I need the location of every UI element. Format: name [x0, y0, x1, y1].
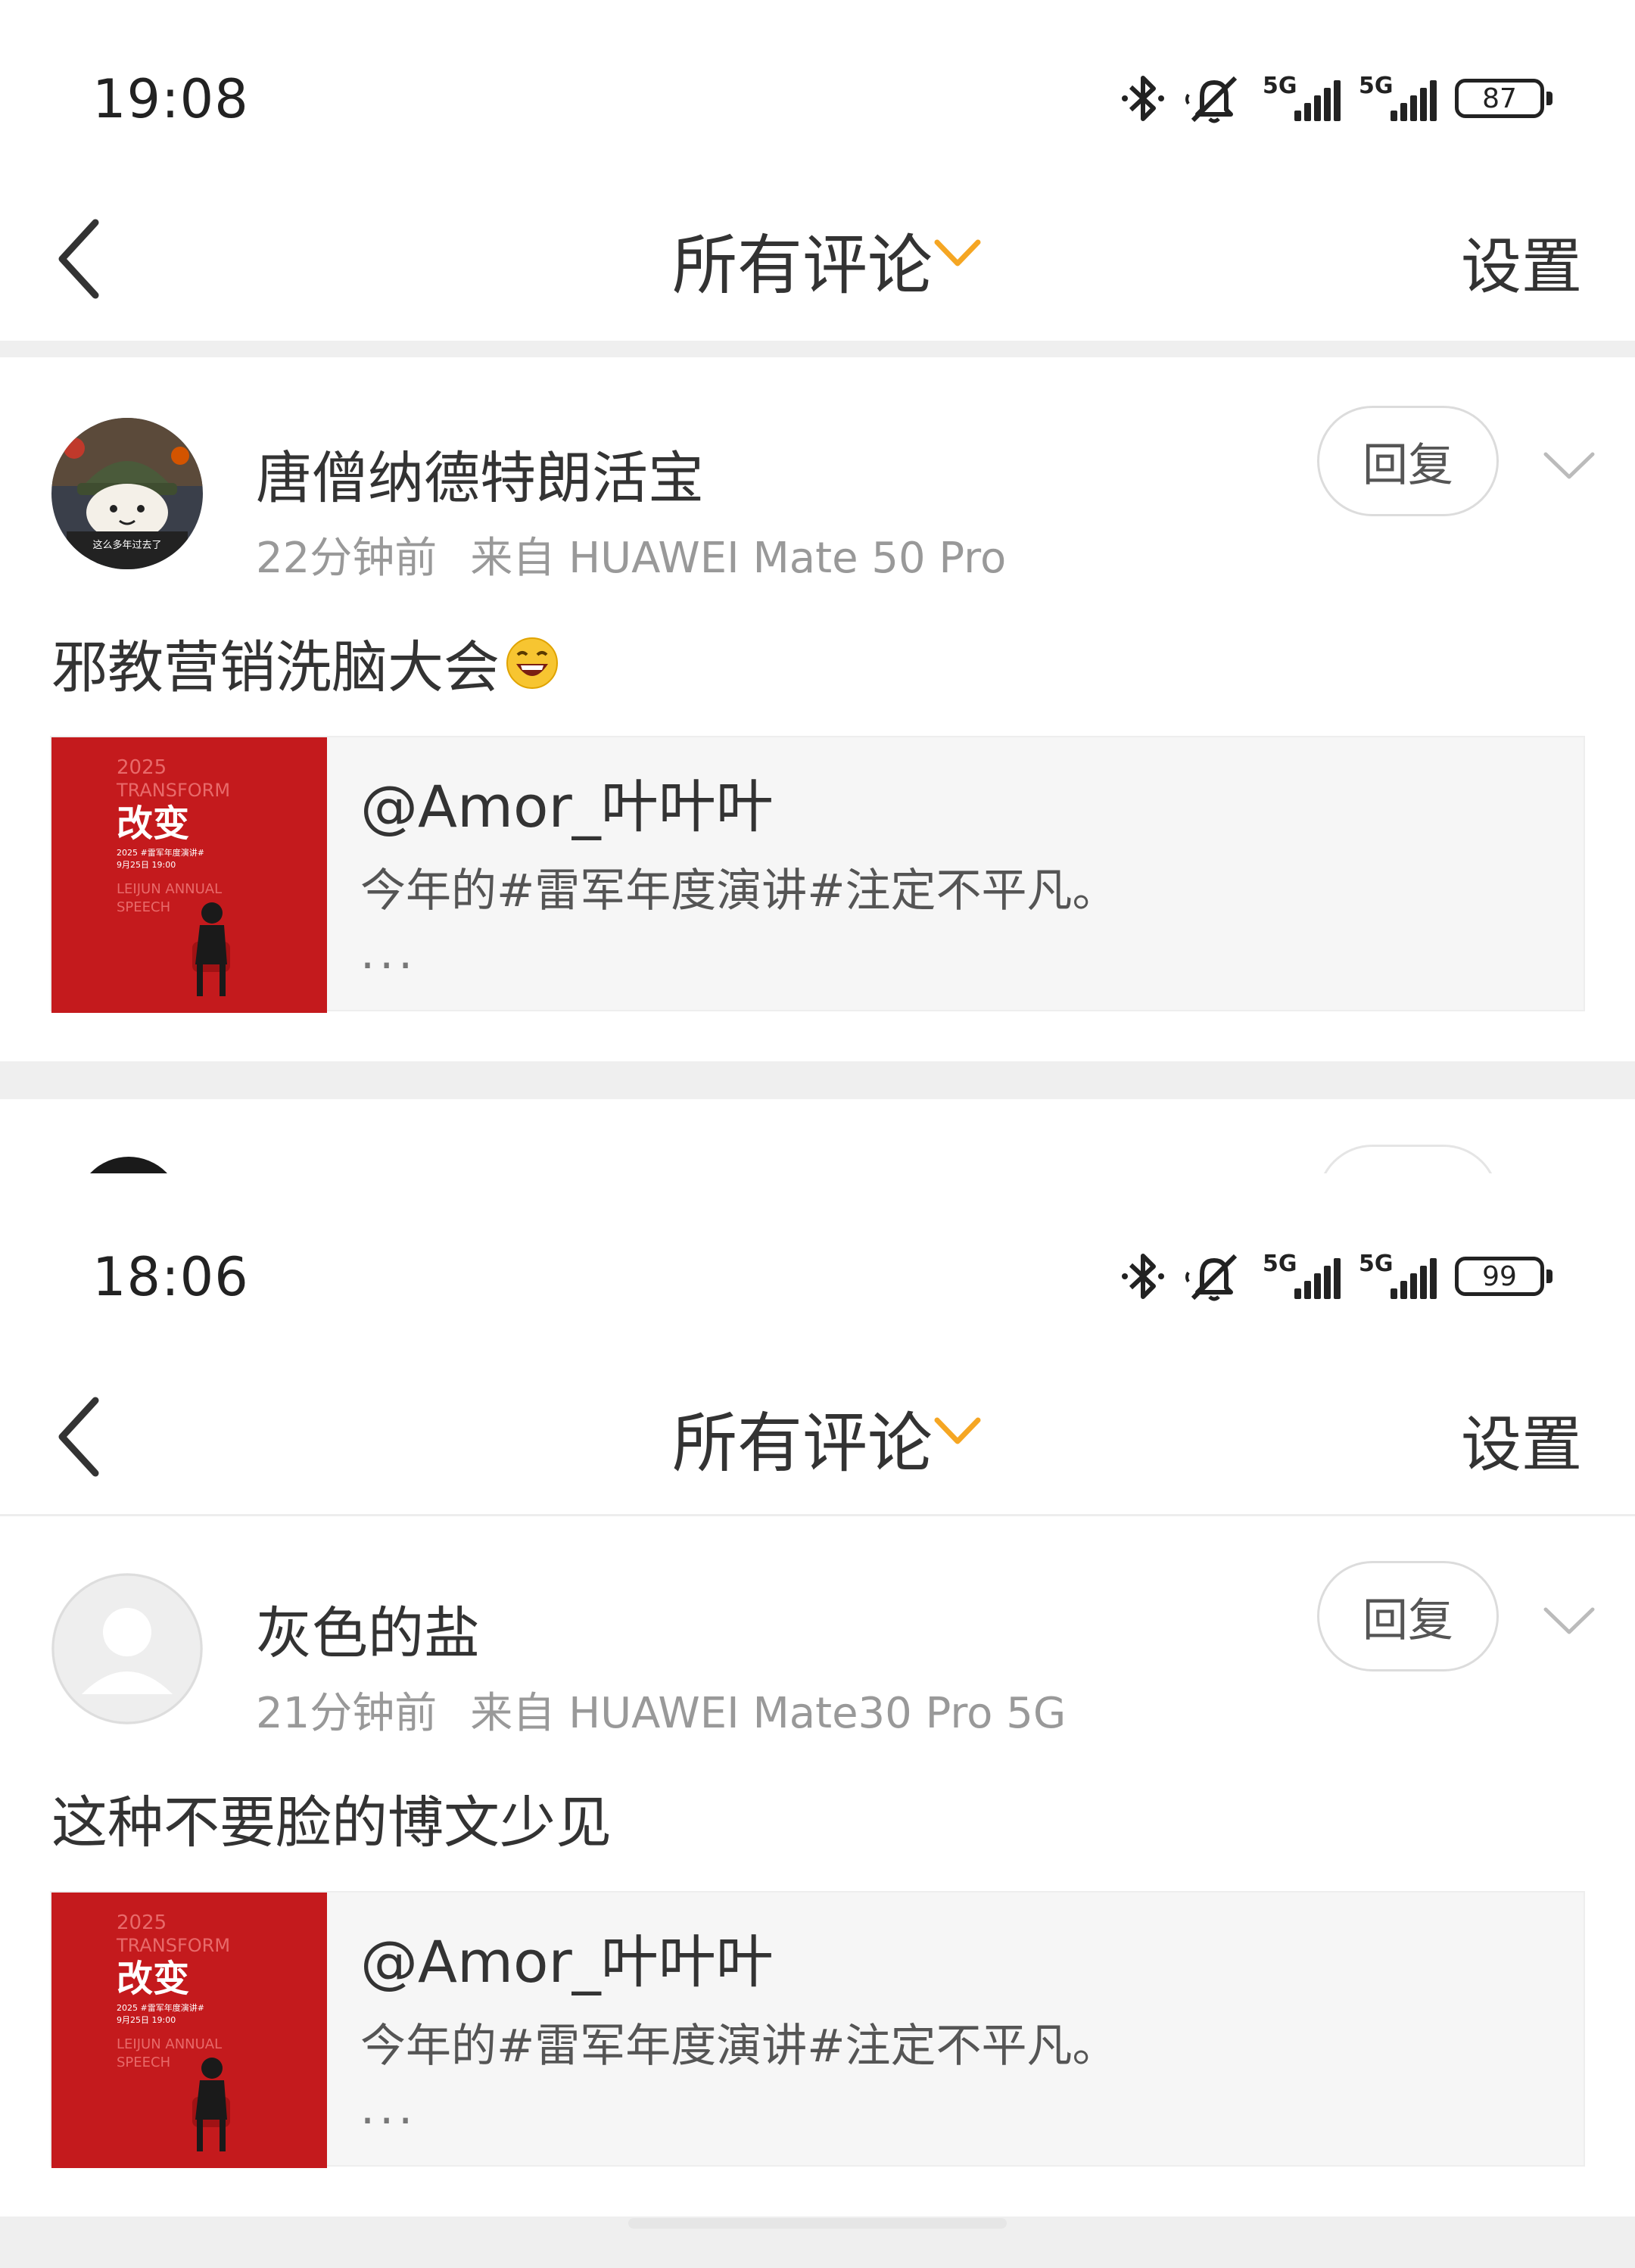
- comment-source: 来自 HUAWEI Mate30 Pro 5G: [470, 1689, 1067, 1738]
- reply-button[interactable]: [1317, 1145, 1499, 1173]
- chevron-down-icon: [934, 1417, 981, 1444]
- svg-text:2025 #雷军年度演讲#: 2025 #雷军年度演讲#: [117, 847, 204, 858]
- battery-icon: 99: [1455, 1257, 1552, 1296]
- svg-text:SPEECH: SPEECH: [117, 899, 170, 915]
- avatar[interactable]: 这么多年过去了: [51, 418, 203, 569]
- avatar[interactable]: [51, 1573, 203, 1724]
- home-indicator[interactable]: [628, 2218, 1007, 2229]
- divider: [0, 341, 1635, 357]
- battery-icon: 87: [1455, 79, 1552, 118]
- divider: [0, 1514, 1635, 1516]
- comment-text: 邪教营销洗脑大会: [51, 622, 560, 703]
- status-bar: 18:06 5G 5G 99: [0, 1178, 1635, 1329]
- mute-bell-icon: [1185, 1254, 1238, 1301]
- screenshot-top: 19:08 5G 5G 87 所有评论 设置 这么多年过去了 唐僧纳德特朗活宝 …: [0, 0, 1635, 1173]
- comment-meta: 21分钟前 来自 HUAWEI Mate30 Pro 5G: [256, 1679, 1066, 1740]
- comment-body: 这种不要脸的博文少见: [51, 1790, 612, 1855]
- quoted-text: 今年的#雷军年度演讲#注定不平凡。: [360, 865, 1118, 917]
- nav-bar: 所有评论 设置: [0, 174, 1635, 341]
- comment-source: 来自 HUAWEI Mate 50 Pro: [470, 534, 1007, 583]
- quoted-post-card[interactable]: 2025 TRANSFORM 改变 2025 #雷军年度演讲# 9月25日 19…: [50, 736, 1585, 1013]
- quoted-text: 今年的#雷军年度演讲#注定不平凡。: [360, 2020, 1118, 2073]
- comment-filter-dropdown[interactable]: 所有评论: [0, 1390, 1635, 1484]
- comment-body: 邪教营销洗脑大会: [51, 635, 500, 700]
- screenshot-bottom: 18:06 5G 5G 99 所有评论 设置 灰色的盐 21分钟前 来自 HUA…: [0, 1178, 1635, 2268]
- post-thumbnail: 2025 TRANSFORM 改变 2025 #雷军年度演讲# 9月25日 19…: [51, 737, 327, 1013]
- svg-text:9月25日 19:00: 9月25日 19:00: [117, 2015, 176, 2025]
- status-icons: 5G 5G 87: [1120, 68, 1552, 129]
- comment-time: 22分钟前: [256, 534, 438, 583]
- bluetooth-icon: [1122, 76, 1164, 121]
- svg-text:9月25日 19:00: 9月25日 19:00: [117, 860, 176, 870]
- quoted-post-card[interactable]: 2025 TRANSFORM 改变 2025 #雷军年度演讲# 9月25日 19…: [50, 1891, 1585, 2168]
- svg-text:LEIJUN ANNUAL: LEIJUN ANNUAL: [117, 2036, 222, 2052]
- quoted-author: @Amor_叶叶叶: [360, 773, 774, 840]
- svg-text:TRANSFORM: TRANSFORM: [116, 780, 230, 801]
- chevron-down-icon[interactable]: [1541, 1603, 1597, 1638]
- comment-username[interactable]: 唐僧纳德特朗活宝: [256, 433, 704, 514]
- quoted-author: @Amor_叶叶叶: [360, 1928, 774, 1995]
- signal-1-icon: 5G: [1263, 73, 1341, 121]
- signal-2-icon: 5G: [1359, 1251, 1437, 1299]
- comment-username[interactable]: 灰色的盐: [256, 1588, 480, 1669]
- quoted-ellipsis: ...: [360, 927, 418, 980]
- chevron-down-icon[interactable]: [1541, 448, 1597, 483]
- post-thumbnail: 2025 TRANSFORM 改变 2025 #雷军年度演讲# 9月25日 19…: [51, 1893, 327, 2168]
- reply-button[interactable]: 回复: [1317, 406, 1499, 516]
- svg-text:2025: 2025: [117, 756, 167, 779]
- settings-button[interactable]: 设置: [1461, 1396, 1582, 1484]
- status-time: 18:06: [92, 1246, 249, 1308]
- status-icons: 5G 5G 99: [1120, 1246, 1552, 1307]
- svg-text:2025: 2025: [117, 1911, 167, 1934]
- status-bar: 19:08 5G 5G 87: [0, 0, 1635, 151]
- svg-text:SPEECH: SPEECH: [117, 2055, 170, 2070]
- battery-level: 99: [1482, 1260, 1517, 1292]
- comment-text: 这种不要脸的博文少见: [51, 1777, 612, 1858]
- svg-text:TRANSFORM: TRANSFORM: [116, 1935, 230, 1956]
- svg-text:2025 #雷军年度演讲#: 2025 #雷军年度演讲#: [117, 2002, 204, 2013]
- divider: [0, 1061, 1635, 1099]
- battery-level: 87: [1482, 83, 1517, 114]
- chevron-down-icon: [934, 239, 981, 266]
- quoted-ellipsis: ...: [360, 2082, 418, 2135]
- mute-bell-icon: [1185, 76, 1238, 123]
- bluetooth-icon: [1122, 1254, 1164, 1299]
- reply-button[interactable]: 回复: [1317, 1561, 1499, 1671]
- settings-button[interactable]: 设置: [1461, 218, 1582, 306]
- svg-text:改变: 改变: [117, 802, 189, 845]
- svg-text:LEIJUN ANNUAL: LEIJUN ANNUAL: [117, 881, 222, 897]
- svg-text:这么多年过去了: 这么多年过去了: [92, 539, 161, 551]
- svg-text:改变: 改变: [117, 1958, 189, 2000]
- page-title: 所有评论: [672, 228, 933, 304]
- nav-bar: 所有评论 设置: [0, 1352, 1635, 1519]
- comment-meta: 22分钟前 来自 HUAWEI Mate 50 Pro: [256, 524, 1006, 585]
- laughing-emoji-icon: [506, 637, 558, 689]
- page-title: 所有评论: [672, 1406, 933, 1481]
- signal-2-icon: 5G: [1359, 73, 1437, 121]
- comment-time: 21分钟前: [256, 1689, 438, 1738]
- status-time: 19:08: [92, 68, 249, 130]
- comment-filter-dropdown[interactable]: 所有评论: [0, 212, 1635, 307]
- signal-1-icon: 5G: [1263, 1251, 1341, 1299]
- avatar[interactable]: [76, 1157, 182, 1173]
